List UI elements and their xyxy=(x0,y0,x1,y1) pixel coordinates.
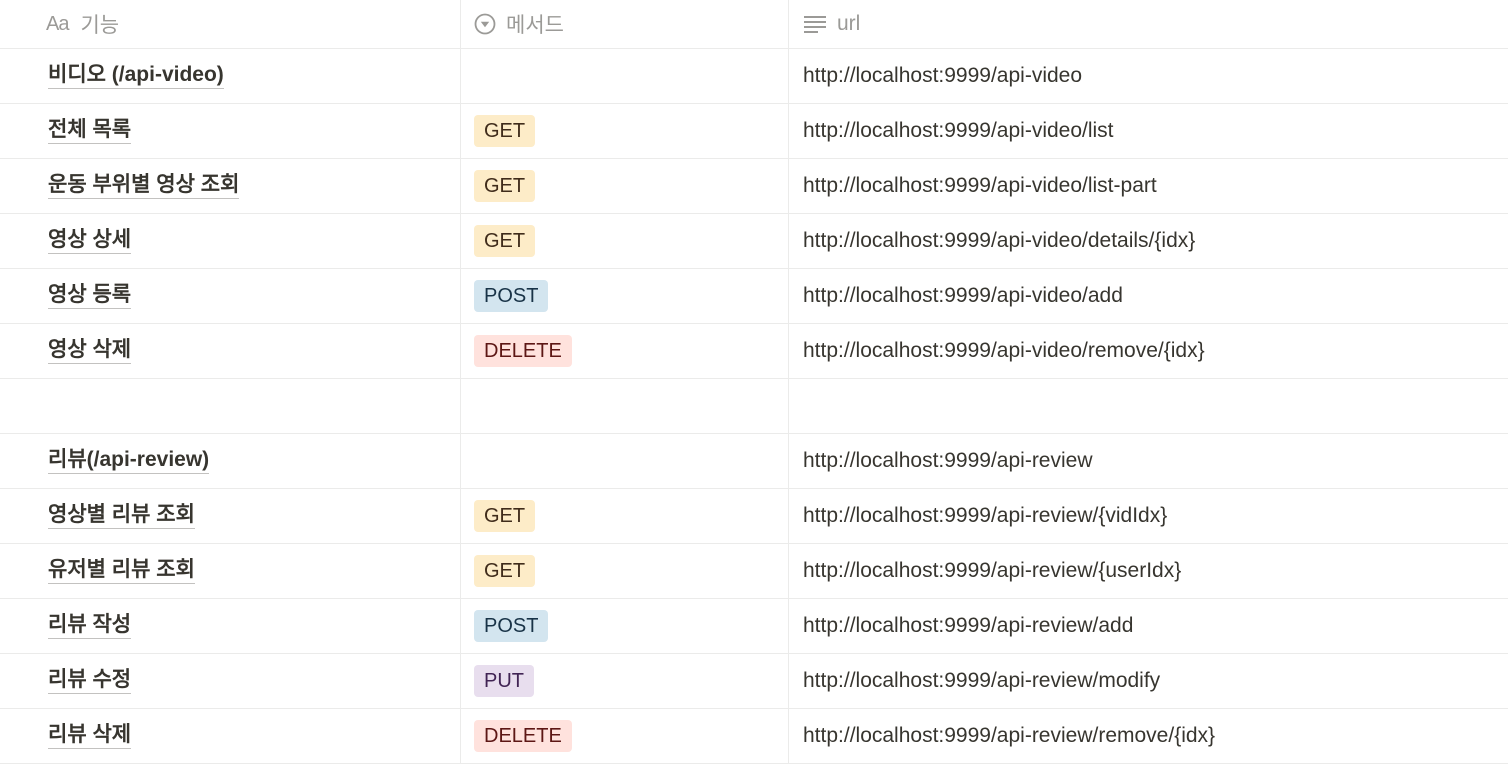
row-title-link[interactable]: 전체 목록 xyxy=(48,118,132,144)
url-cell[interactable] xyxy=(789,379,1508,433)
row-title-link[interactable]: 유저별 리뷰 조회 xyxy=(48,558,195,584)
name-cell[interactable]: 유저별 리뷰 조회 xyxy=(0,544,461,598)
method-tag: GET xyxy=(474,225,536,257)
url-text: http://localhost:9999/api-review xyxy=(803,449,1093,472)
url-cell[interactable]: http://localhost:9999/api-review/modify xyxy=(789,654,1508,708)
method-tag: GET xyxy=(474,115,536,147)
row-title-link[interactable]: 리뷰 삭제 xyxy=(48,723,132,749)
method-cell[interactable]: DELETE xyxy=(461,709,789,763)
table-row[interactable]: 전체 목록 GET http://localhost:9999/api-video/… xyxy=(0,104,1508,159)
method-tag: DELETE xyxy=(474,720,572,752)
url-text: http://localhost:9999/api-video/details/… xyxy=(803,229,1196,252)
column-header-url[interactable]: url xyxy=(789,0,1508,48)
method-cell[interactable]: GET xyxy=(461,489,789,543)
name-cell[interactable]: 전체 목록 xyxy=(0,104,461,158)
table-row[interactable]: 운동 부위별 영상 조회 GET http://localhost:9999/api… xyxy=(0,159,1508,214)
row-title-link[interactable]: 비디오 (/api-video) xyxy=(48,63,224,89)
url-cell[interactable]: http://localhost:9999/api-video xyxy=(789,49,1508,103)
table-row[interactable]: 리뷰 작성 POST http://localhost:9999/api-revie… xyxy=(0,599,1508,654)
row-title-link[interactable]: 리뷰 작성 xyxy=(48,613,132,639)
url-cell[interactable]: http://localhost:9999/api-video/list-par… xyxy=(789,159,1508,213)
url-text: http://localhost:9999/api-review/remove/… xyxy=(803,724,1216,747)
table-header: Aa 기능 메서드 url xyxy=(0,0,1508,49)
url-cell[interactable]: http://localhost:9999/api-review xyxy=(789,434,1508,488)
method-cell[interactable]: PUT xyxy=(461,654,789,708)
method-cell[interactable] xyxy=(461,434,789,488)
url-text: http://localhost:9999/api-review/modify xyxy=(803,669,1161,692)
method-cell[interactable]: GET xyxy=(461,159,789,213)
url-cell[interactable]: http://localhost:9999/api-review/remove/… xyxy=(789,709,1508,763)
select-property-icon xyxy=(474,13,496,35)
table-row[interactable]: 영상 등록 POST http://localhost:9999/api-video… xyxy=(0,269,1508,324)
column-header-name-label: 기능 xyxy=(80,14,120,37)
name-cell[interactable] xyxy=(0,379,461,433)
name-cell[interactable]: 영상 등록 xyxy=(0,269,461,323)
row-title-link[interactable]: 영상 삭제 xyxy=(48,338,132,364)
method-tag: PUT xyxy=(474,665,534,697)
method-cell[interactable]: GET xyxy=(461,544,789,598)
url-cell[interactable]: http://localhost:9999/api-video/details/… xyxy=(789,214,1508,268)
table-row[interactable]: 유저별 리뷰 조회 GET http://localhost:9999/api-re… xyxy=(0,544,1508,599)
method-tag: GET xyxy=(474,170,536,202)
row-title-link[interactable]: 리뷰 수정 xyxy=(48,668,132,694)
method-cell[interactable] xyxy=(461,379,789,433)
method-tag: GET xyxy=(474,500,536,532)
url-cell[interactable]: http://localhost:9999/api-review/{vidIdx… xyxy=(789,489,1508,543)
row-title-link[interactable]: 영상 상세 xyxy=(48,228,132,254)
table-row[interactable]: 리뷰 삭제 DELETE http://localhost:9999/api-rev… xyxy=(0,709,1508,764)
url-text: http://localhost:9999/api-video xyxy=(803,64,1083,87)
method-cell[interactable]: POST xyxy=(461,599,789,653)
table-row[interactable]: 비디오 (/api-video) http://localhost:9999/ap… xyxy=(0,49,1508,104)
url-text: http://localhost:9999/api-video/list-par… xyxy=(803,174,1157,197)
url-text: http://localhost:9999/api-video/remove/{… xyxy=(803,339,1205,362)
column-header-url-label: url xyxy=(837,12,861,35)
column-header-method[interactable]: 메서드 xyxy=(461,0,789,48)
url-cell[interactable]: http://localhost:9999/api-review/add xyxy=(789,599,1508,653)
method-cell[interactable]: POST xyxy=(461,269,789,323)
table-row[interactable]: 리뷰(/api-review) http://localhost:9999/api… xyxy=(0,434,1508,489)
method-cell[interactable]: DELETE xyxy=(461,324,789,378)
text-lines-icon xyxy=(803,13,827,35)
url-text: http://localhost:9999/api-review/{vidIdx… xyxy=(803,504,1168,527)
name-cell[interactable]: 비디오 (/api-video) xyxy=(0,49,461,103)
column-header-name[interactable]: Aa 기능 xyxy=(0,0,461,48)
table-row[interactable]: 영상 상세 GET http://localhost:9999/api-video/… xyxy=(0,214,1508,269)
url-text: http://localhost:9999/api-review/{userId… xyxy=(803,559,1182,582)
method-tag: GET xyxy=(474,555,536,587)
url-text: http://localhost:9999/api-video/list xyxy=(803,119,1114,142)
method-tag: POST xyxy=(474,280,549,312)
method-cell[interactable]: GET xyxy=(461,104,789,158)
name-cell[interactable]: 리뷰 수정 xyxy=(0,654,461,708)
name-cell[interactable]: 리뷰(/api-review) xyxy=(0,434,461,488)
url-text: http://localhost:9999/api-review/add xyxy=(803,614,1134,637)
column-header-method-label: 메서드 xyxy=(506,14,564,37)
url-text: http://localhost:9999/api-video/add xyxy=(803,284,1123,307)
table-row[interactable] xyxy=(0,379,1508,434)
table-row[interactable]: 영상 삭제 DELETE http://localhost:9999/api-vid… xyxy=(0,324,1508,379)
table-row[interactable]: 영상별 리뷰 조회 GET http://localhost:9999/api-re… xyxy=(0,489,1508,544)
method-cell[interactable]: GET xyxy=(461,214,789,268)
table-body: 비디오 (/api-video) http://localhost:9999/ap… xyxy=(0,49,1508,764)
method-tag: DELETE xyxy=(474,335,572,367)
table-row[interactable]: 리뷰 수정 PUT http://localhost:9999/api-review… xyxy=(0,654,1508,709)
row-title-link[interactable]: 영상별 리뷰 조회 xyxy=(48,503,195,529)
name-cell[interactable]: 운동 부위별 영상 조회 xyxy=(0,159,461,213)
name-cell[interactable]: 영상별 리뷰 조회 xyxy=(0,489,461,543)
url-cell[interactable]: http://localhost:9999/api-review/{userId… xyxy=(789,544,1508,598)
url-cell[interactable]: http://localhost:9999/api-video/add xyxy=(789,269,1508,323)
name-cell[interactable]: 리뷰 삭제 xyxy=(0,709,461,763)
method-tag: POST xyxy=(474,610,549,642)
api-table: Aa 기능 메서드 url 비디오 (/api-video) http://lo… xyxy=(0,0,1508,764)
name-cell[interactable]: 영상 삭제 xyxy=(0,324,461,378)
method-cell[interactable] xyxy=(461,49,789,103)
text-property-icon: Aa xyxy=(46,12,69,35)
name-cell[interactable]: 영상 상세 xyxy=(0,214,461,268)
url-cell[interactable]: http://localhost:9999/api-video/list xyxy=(789,104,1508,158)
row-title-link[interactable]: 영상 등록 xyxy=(48,283,132,309)
url-cell[interactable]: http://localhost:9999/api-video/remove/{… xyxy=(789,324,1508,378)
name-cell[interactable]: 리뷰 작성 xyxy=(0,599,461,653)
row-title-link[interactable]: 운동 부위별 영상 조회 xyxy=(48,173,240,199)
row-title-link[interactable]: 리뷰(/api-review) xyxy=(48,448,210,474)
